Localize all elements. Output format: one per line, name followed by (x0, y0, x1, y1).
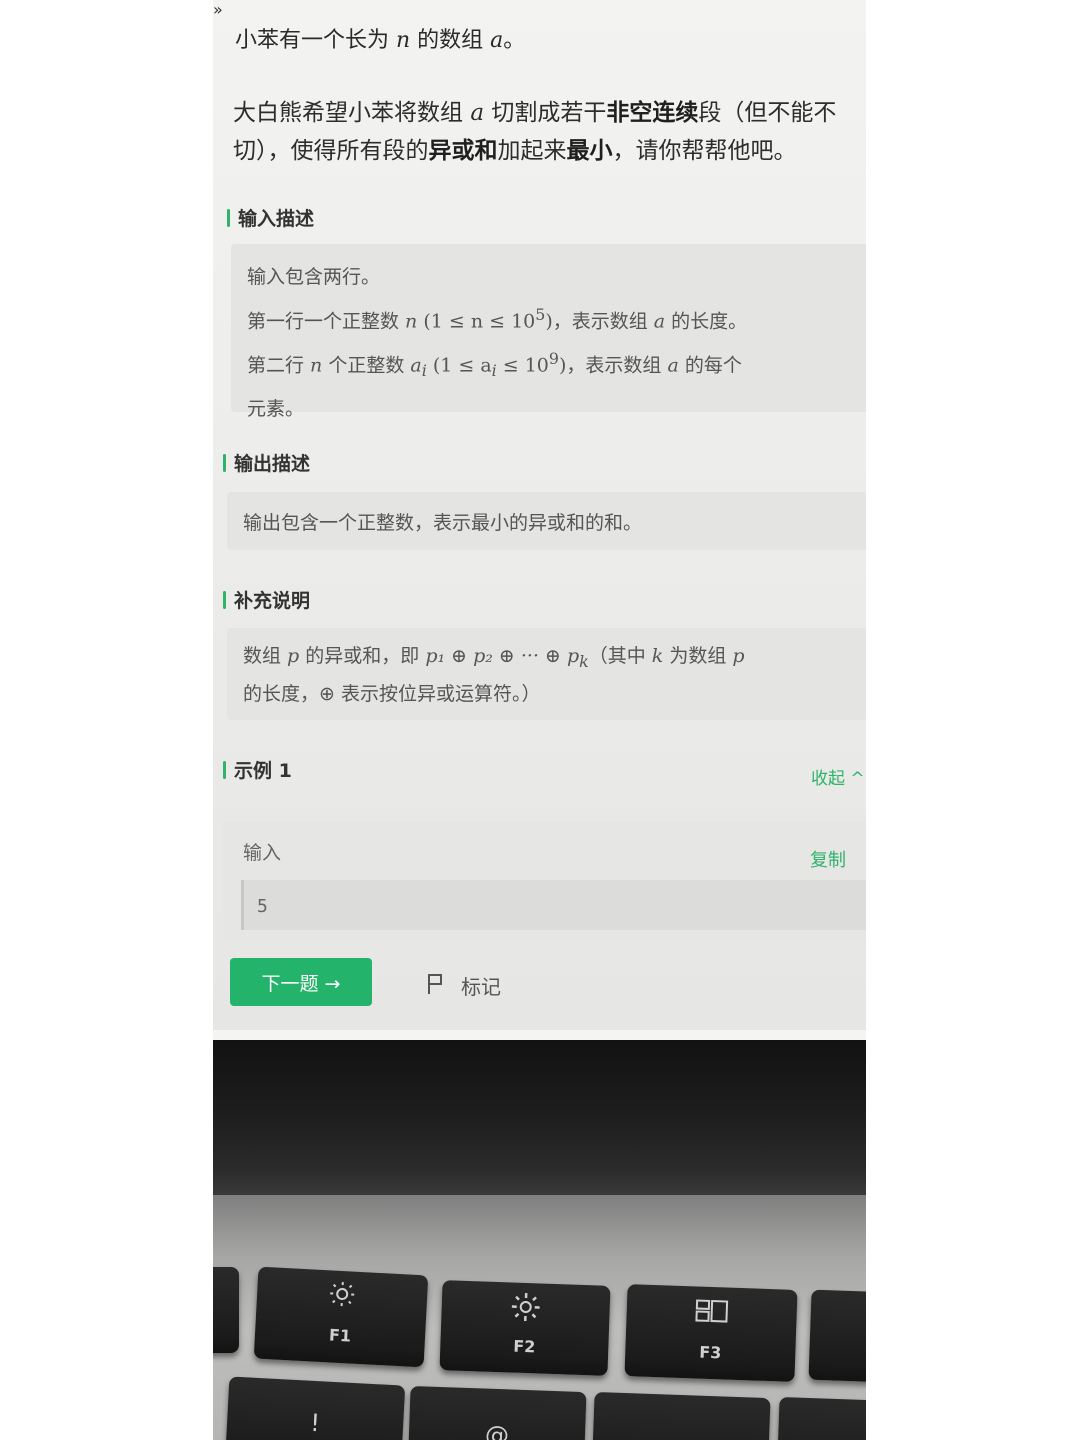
at-symbol: @ (484, 1420, 510, 1440)
escape-key (213, 1267, 239, 1353)
problem-description: 大白熊希望小苯将数组 a 切割成若干非空连续段（但不能不切），使得所有段的异或和… (233, 100, 837, 164)
note-box: 数组 p 的异或和，即 p₁ ⊕ p₂ ⊕ ··· ⊕ pk（其中 k 为数组 … (227, 628, 866, 720)
example-input-value: 5 (257, 896, 268, 917)
screen-bottom-edge (213, 1030, 866, 1040)
section-marker (227, 208, 230, 227)
f3-key: F3 (624, 1284, 798, 1382)
keyboard-deck: F1 F2 F3 ! @ (213, 1195, 866, 1440)
note-section-title: 补充说明 (223, 586, 310, 613)
brightness-up-icon (511, 1292, 540, 1322)
exclaim-symbol: ! (309, 1408, 321, 1438)
collapse-button[interactable]: 收起 ^ (811, 764, 865, 789)
f1-label: F1 (328, 1325, 352, 1346)
f1-key: F1 (253, 1266, 429, 1368)
example-section-title: 示例 1 (223, 756, 292, 783)
output-section-title: 输出描述 (223, 449, 310, 476)
next-problem-label: 下一题 → (261, 972, 341, 995)
exclaim-key: ! (224, 1376, 406, 1440)
mission-control-icon (695, 1299, 729, 1323)
section-marker (223, 453, 226, 472)
problem-intro: 小苯有一个长为 n 的数组 a。 (235, 28, 526, 53)
expand-icon[interactable]: » (213, 0, 223, 19)
input-section-title: 输入描述 (227, 204, 314, 231)
section-marker (223, 760, 226, 779)
f4-key (808, 1289, 866, 1383)
example-input-label: 输入 (243, 842, 282, 864)
laptop-bezel (213, 1040, 866, 1200)
mark-button[interactable]: 标记 (461, 971, 501, 1000)
section-marker (223, 590, 226, 609)
copy-button[interactable]: 复制 (810, 846, 846, 872)
example-input-code (241, 880, 866, 930)
output-description-box: 输出包含一个正整数，表示最小的异或和的和。 (227, 492, 866, 550)
f2-key: F2 (439, 1280, 611, 1376)
dollar-key (776, 1396, 866, 1440)
laptop-screen: » 小苯有一个长为 n 的数组 a。 大白熊希望小苯将数组 a 切割成若干非空连… (213, 0, 866, 1040)
photo: » 小苯有一个长为 n 的数组 a。 大白熊希望小苯将数组 a 切割成若干非空连… (213, 0, 866, 1440)
brightness-down-icon (330, 1281, 355, 1307)
input-description-box: 输入包含两行。 第一行一个正整数 n (1 ≤ n ≤ 105)，表示数组 a … (231, 244, 866, 420)
f2-label: F2 (512, 1336, 536, 1357)
flag-icon[interactable] (427, 973, 443, 995)
next-problem-button[interactable]: 下一题 → (230, 958, 372, 1006)
hash-key (591, 1391, 771, 1440)
at-key: @ (407, 1385, 587, 1440)
f3-label: F3 (698, 1342, 722, 1363)
